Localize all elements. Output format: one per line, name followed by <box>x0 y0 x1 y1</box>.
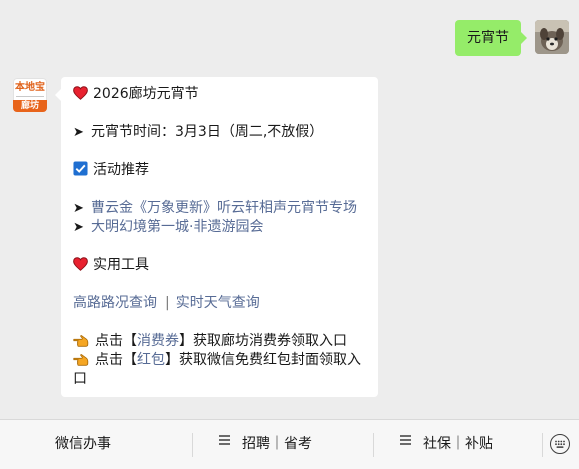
menu-divider <box>192 433 193 457</box>
red-heart-icon <box>73 86 88 100</box>
keyboard-icon[interactable] <box>550 434 570 454</box>
redpacket-link[interactable]: 红包 <box>137 352 165 368</box>
account-avatar[interactable]: 本地宝 廊坊 <box>13 78 47 112</box>
date-text: 元宵节时间：3月3日（周二,不放假） <box>91 124 324 140</box>
menu-list-icon <box>219 433 230 447</box>
reply-bubble: 2026廊坊元宵节 ➤ 元宵节时间：3月3日（周二,不放假） 活动推荐 ➤ 曹云金《… <box>55 77 378 397</box>
menu-list-icon <box>400 433 411 447</box>
keyboard-keys-icon <box>555 440 565 448</box>
avatar-brand-text: 本地宝 <box>15 82 45 93</box>
outgoing-bubble[interactable]: 元宵节 <box>455 20 527 56</box>
coupon-link[interactable]: 消费券 <box>137 333 179 349</box>
coupon-suffix: 】获取廊坊消费券领取入口 <box>179 333 347 349</box>
activity-link-1[interactable]: 曹云金《万象更新》听云轩相声元宵节专场 <box>91 200 357 216</box>
coupon-line: 点击【消费券】获取廊坊消费券领取入口 <box>73 332 368 351</box>
activity-item-2: ➤ 大明幻境第一城·非遗游园会 <box>73 218 368 237</box>
menu-item-jobs-exam[interactable]: 招聘｜省考 <box>219 420 312 469</box>
reply-title: 2026廊坊元宵节 <box>93 86 199 102</box>
menu-divider <box>542 433 543 457</box>
arrow-right-icon: ➤ <box>73 220 84 235</box>
user-avatar[interactable] <box>535 20 569 54</box>
outgoing-message-text: 元宵节 <box>467 30 509 46</box>
tools-heading: 实用工具 <box>93 257 149 273</box>
checkbox-icon <box>73 161 88 176</box>
activity-heading: 活动推荐 <box>93 162 149 178</box>
redpacket-prefix: 点击【 <box>95 352 137 368</box>
coupon-prefix: 点击【 <box>95 333 137 349</box>
tool-separator: | <box>165 295 170 311</box>
weather-query-link[interactable]: 实时天气查询 <box>176 295 260 311</box>
avatar-city-label: 廊坊 <box>13 100 47 112</box>
dog-photo-icon <box>535 20 569 54</box>
menu-item-label: 招聘｜省考 <box>242 436 312 452</box>
outgoing-message: 元宵节 <box>455 20 569 56</box>
red-heart-icon <box>73 257 88 271</box>
menu-item-label: 社保｜补贴 <box>423 436 493 452</box>
service-menu-bar: 微信办事 招聘｜省考 社保｜补贴 <box>0 419 579 469</box>
date-line: ➤ 元宵节时间：3月3日（周二,不放假） <box>73 123 368 142</box>
tools-heading-line: 实用工具 <box>73 256 368 275</box>
tools-links-line: 高路路况查询 | 实时天气查询 <box>73 294 368 313</box>
menu-item-label: 微信办事 <box>55 436 111 452</box>
menu-item-social-security[interactable]: 社保｜补贴 <box>400 420 493 469</box>
activity-link-2[interactable]: 大明幻境第一城·非遗游园会 <box>91 219 263 235</box>
redpacket-line: 点击【红包】获取微信免费红包封面领取入口 <box>73 351 368 389</box>
reply-title-line: 2026廊坊元宵节 <box>73 85 368 104</box>
pointing-hand-icon <box>73 335 89 347</box>
menu-item-wechat-services[interactable]: 微信办事 <box>55 420 111 469</box>
pointing-hand-icon <box>73 354 89 366</box>
arrow-right-icon: ➤ <box>73 201 84 216</box>
activity-heading-line: 活动推荐 <box>73 161 368 180</box>
traffic-query-link[interactable]: 高路路况查询 <box>73 295 157 311</box>
menu-divider <box>373 433 374 457</box>
activity-item-1: ➤ 曹云金《万象更新》听云轩相声元宵节专场 <box>73 199 368 218</box>
arrow-right-icon: ➤ <box>73 125 84 140</box>
